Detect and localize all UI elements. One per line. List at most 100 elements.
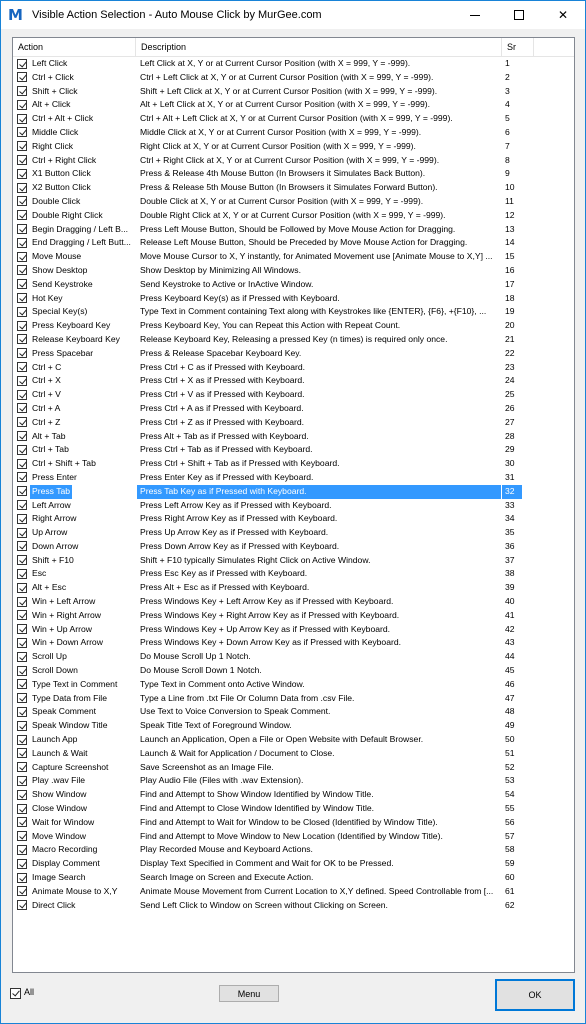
list-item[interactable]: Ctrl + A Press Ctrl + A as if Pressed wit… (13, 402, 574, 416)
row-checkbox[interactable] (17, 251, 27, 262)
list-item[interactable]: Win + Up Arrow Press Windows Key + Up Arr… (13, 623, 574, 637)
list-item[interactable]: Ctrl + Right Click Ctrl + Right Click at … (13, 154, 574, 168)
list-item[interactable]: Ctrl + Shift + Tab Press Ctrl + Shift + T… (13, 457, 574, 471)
list-item[interactable]: Alt + Tab Press Alt + Tab as if Pressed w… (13, 430, 574, 444)
row-checkbox[interactable] (17, 444, 27, 455)
row-checkbox[interactable] (17, 389, 27, 400)
row-checkbox[interactable] (17, 196, 27, 207)
row-checkbox[interactable] (17, 900, 27, 911)
list-item[interactable]: Macro Recording Play Recorded Mouse and K… (13, 843, 574, 857)
list-item[interactable]: Ctrl + C Press Ctrl + C as if Pressed wit… (13, 361, 574, 375)
list-item[interactable]: Middle Click Middle Click at X, Y or at C… (13, 126, 574, 140)
row-checkbox[interactable] (17, 99, 27, 110)
row-checkbox[interactable] (17, 858, 27, 869)
list-item[interactable]: Hot Key Press Keyboard Key(s) as if Press… (13, 292, 574, 306)
list-item[interactable]: Launch App Launch an Application, Open a … (13, 733, 574, 747)
list-item[interactable]: Capture Screenshot Save Screenshot as an … (13, 761, 574, 775)
list-item[interactable]: Image Search Search Image on Screen and E… (13, 871, 574, 885)
list-item[interactable]: Double Right Click Double Right Click at … (13, 209, 574, 223)
row-checkbox[interactable] (17, 624, 27, 635)
list-item[interactable]: Launch & Wait Launch & Wait for Applicati… (13, 747, 574, 761)
list-item[interactable]: End Dragging / Left Butt... Release Left … (13, 236, 574, 250)
row-checkbox[interactable] (17, 637, 27, 648)
row-checkbox[interactable] (17, 803, 27, 814)
row-checkbox[interactable] (17, 734, 27, 745)
list-item[interactable]: Left Arrow Press Left Arrow Key as if Pre… (13, 499, 574, 513)
list-item[interactable]: X2 Button Click Press & Release 5th Mouse… (13, 181, 574, 195)
list-item[interactable]: Left Click Left Click at X, Y or at Curre… (13, 57, 574, 71)
row-checkbox[interactable] (17, 362, 27, 373)
row-checkbox[interactable] (17, 541, 27, 552)
row-checkbox[interactable] (17, 610, 27, 621)
list-item[interactable]: Speak Window Title Speak Title Text of Fo… (13, 719, 574, 733)
row-checkbox[interactable] (17, 265, 27, 276)
list-item[interactable]: Esc Press Esc Key as if Pressed with Keyb… (13, 567, 574, 581)
close-button[interactable]: ✕ (541, 1, 585, 29)
row-checkbox[interactable] (17, 210, 27, 221)
row-checkbox[interactable] (17, 86, 27, 97)
ok-button[interactable]: OK (495, 979, 575, 1011)
list-item[interactable]: X1 Button Click Press & Release 4th Mouse… (13, 167, 574, 181)
row-checkbox[interactable] (17, 279, 27, 290)
row-checkbox[interactable] (17, 775, 27, 786)
row-checkbox[interactable] (17, 72, 27, 83)
list-item[interactable]: Right Click Right Click at X, Y or at Cur… (13, 140, 574, 154)
row-checkbox[interactable] (17, 555, 27, 566)
maximize-button[interactable] (497, 1, 541, 29)
column-header-action[interactable]: Action (13, 38, 136, 57)
row-checkbox[interactable] (17, 141, 27, 152)
list-item[interactable]: Win + Left Arrow Press Windows Key + Left… (13, 595, 574, 609)
row-checkbox[interactable] (17, 665, 27, 676)
list-item[interactable]: Ctrl + Z Press Ctrl + Z as if Pressed wit… (13, 416, 574, 430)
row-checkbox[interactable] (17, 886, 27, 897)
list-item[interactable]: Ctrl + Alt + Click Ctrl + Alt + Left Clic… (13, 112, 574, 126)
row-checkbox[interactable] (17, 582, 27, 593)
row-checkbox[interactable] (17, 844, 27, 855)
row-checkbox[interactable] (17, 224, 27, 235)
list-item[interactable]: Right Arrow Press Right Arrow Key as if P… (13, 512, 574, 526)
list-item[interactable]: Play .wav File Play Audio File (Files wit… (13, 774, 574, 788)
list-item[interactable]: Special Key(s) Type Text in Comment conta… (13, 305, 574, 319)
row-checkbox[interactable] (17, 831, 27, 842)
row-checkbox[interactable] (17, 113, 27, 124)
row-checkbox[interactable] (17, 872, 27, 883)
row-checkbox[interactable] (17, 348, 27, 359)
row-checkbox[interactable] (17, 431, 27, 442)
row-checkbox[interactable] (17, 375, 27, 386)
row-checkbox[interactable] (17, 417, 27, 428)
list-item[interactable]: Show Desktop Show Desktop by Minimizing A… (13, 264, 574, 278)
row-checkbox[interactable] (17, 168, 27, 179)
list-item[interactable]: Wait for Window Find and Attempt to Wait … (13, 816, 574, 830)
row-checkbox[interactable] (17, 155, 27, 166)
action-list[interactable]: Action Description Sr Left Click Left Cli… (12, 37, 575, 973)
list-item[interactable]: Win + Right Arrow Press Windows Key + Rig… (13, 609, 574, 623)
minimize-button[interactable] (453, 1, 497, 29)
list-item[interactable]: Send Keystroke Send Keystroke to Active o… (13, 278, 574, 292)
list-item[interactable]: Alt + Esc Press Alt + Esc as if Pressed w… (13, 581, 574, 595)
list-item[interactable]: Press Enter Press Enter Key as if Pressed… (13, 471, 574, 485)
row-checkbox[interactable] (17, 720, 27, 731)
list-item[interactable]: Down Arrow Press Down Arrow Key as if Pre… (13, 540, 574, 554)
all-checkbox[interactable] (10, 988, 21, 999)
row-checkbox[interactable] (17, 472, 27, 483)
list-item[interactable]: Press Spacebar Press & Release Spacebar K… (13, 347, 574, 361)
row-checkbox[interactable] (17, 306, 27, 317)
list-item[interactable]: Release Keyboard Key Release Keyboard Key… (13, 333, 574, 347)
list-item[interactable]: Double Click Double Click at X, Y or at C… (13, 195, 574, 209)
list-item[interactable]: Display Comment Display Text Specified in… (13, 857, 574, 871)
list-item[interactable]: Scroll Up Do Mouse Scroll Up 1 Notch. 44 (13, 650, 574, 664)
list-item[interactable]: Begin Dragging / Left B... Press Left Mou… (13, 223, 574, 237)
row-checkbox[interactable] (17, 568, 27, 579)
column-header-description[interactable]: Description (136, 38, 502, 57)
list-item[interactable]: Ctrl + Tab Press Ctrl + Tab as if Pressed… (13, 443, 574, 457)
row-checkbox[interactable] (17, 706, 27, 717)
row-checkbox[interactable] (17, 486, 27, 497)
row-checkbox[interactable] (17, 762, 27, 773)
row-checkbox[interactable] (17, 320, 27, 331)
list-item[interactable]: Ctrl + Click Ctrl + Left Click at X, Y or… (13, 71, 574, 85)
list-item[interactable]: Ctrl + X Press Ctrl + X as if Pressed wit… (13, 374, 574, 388)
row-checkbox[interactable] (17, 651, 27, 662)
row-checkbox[interactable] (17, 596, 27, 607)
row-checkbox[interactable] (17, 403, 27, 414)
row-checkbox[interactable] (17, 293, 27, 304)
